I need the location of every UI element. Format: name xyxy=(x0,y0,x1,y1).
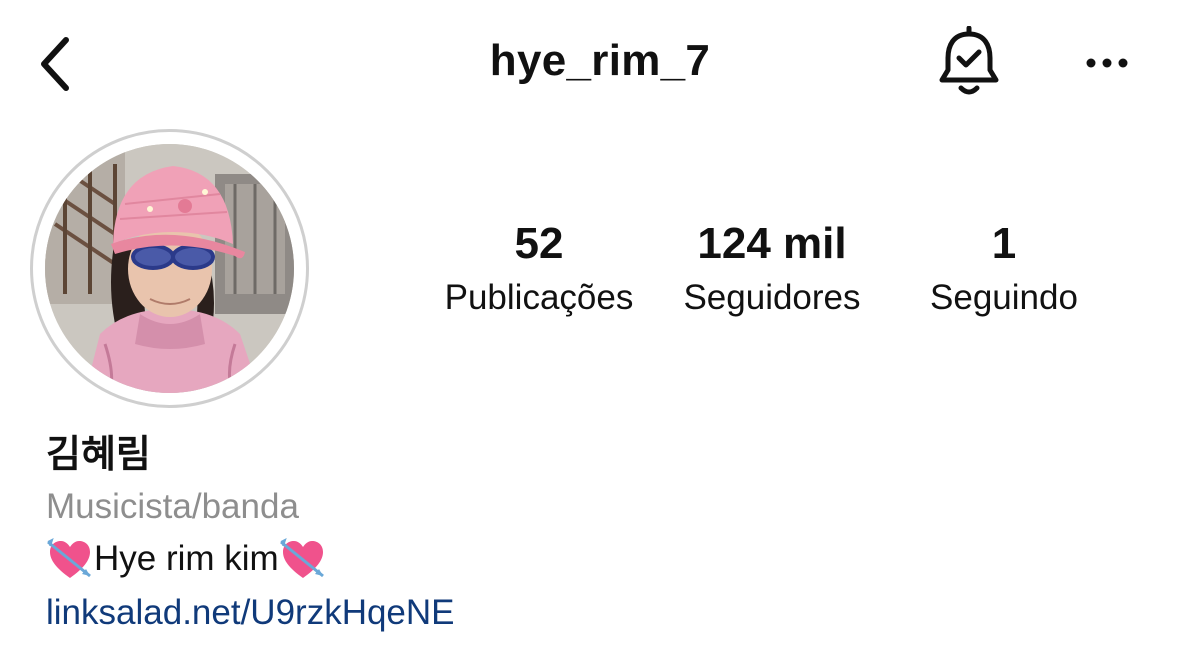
more-options-button[interactable] xyxy=(1082,48,1132,78)
stat-following-label: Seguindo xyxy=(930,278,1078,317)
stat-following[interactable]: 1 Seguindo xyxy=(912,220,1096,322)
stat-posts[interactable]: 52 Publicações xyxy=(434,220,644,322)
more-horizontal-icon xyxy=(1086,58,1128,68)
heart-with-arrow-icon xyxy=(47,538,91,578)
stat-followers-value: 124 mil xyxy=(697,219,847,268)
stat-followers-label: Seguidores xyxy=(683,278,861,317)
stat-posts-value: 52 xyxy=(514,219,564,268)
heart-with-arrow-icon xyxy=(279,538,324,578)
avatar[interactable] xyxy=(45,144,294,393)
back-button[interactable] xyxy=(34,34,78,94)
bio-link[interactable]: linksalad.net/U9rzkHqeNE xyxy=(46,586,455,640)
avatar-ring[interactable] xyxy=(30,129,309,408)
bio-text: Hye rim kim xyxy=(94,539,279,578)
chevron-left-icon xyxy=(41,37,69,91)
profile-header: hye_rim_7 xyxy=(0,0,1200,130)
profile-bio: 김혜림 Musicista/banda Hye rim kim linksala… xyxy=(46,428,746,640)
profile-username: hye_rim_7 xyxy=(489,36,711,85)
stat-posts-label: Publicações xyxy=(444,278,634,317)
notifications-button[interactable] xyxy=(936,25,1002,100)
profile-category: Musicista/banda xyxy=(46,487,299,526)
profile-photo xyxy=(45,144,294,393)
profile-full-name: 김혜림 xyxy=(46,434,151,476)
bio-text-line: Hye rim kim xyxy=(46,532,746,586)
stat-followers[interactable]: 124 mil Seguidores xyxy=(662,220,882,322)
bell-check-icon xyxy=(939,25,999,95)
stat-following-value: 1 xyxy=(991,219,1017,268)
